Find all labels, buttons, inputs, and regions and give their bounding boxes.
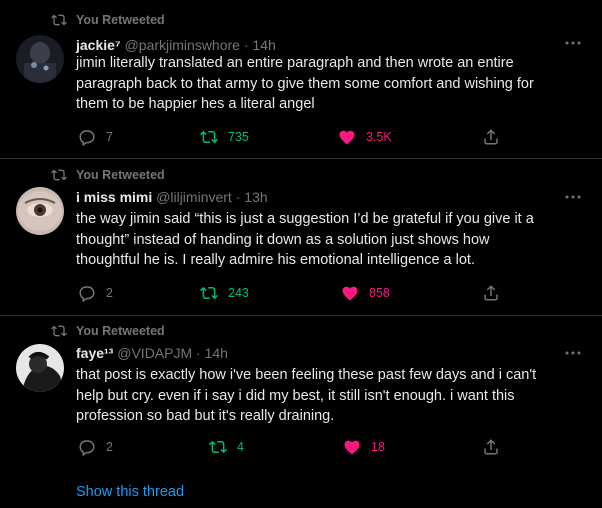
- retweet-indicator: You Retweeted: [0, 166, 300, 184]
- more-options-icon[interactable]: [564, 192, 582, 202]
- author-line: faye¹³ @VIDAPJM · 14h: [76, 345, 228, 361]
- heart-icon: [344, 440, 360, 455]
- share-button[interactable]: [482, 127, 500, 147]
- like-count: 3.5K: [366, 130, 392, 144]
- retweet-count: 4: [237, 440, 244, 454]
- reply-button[interactable]: 2: [78, 437, 113, 457]
- reply-button[interactable]: 2: [78, 283, 113, 303]
- like-button[interactable]: 18: [343, 437, 385, 457]
- heart-icon: [339, 130, 355, 145]
- tweet-text-line: jimin literally translated an entire par…: [76, 55, 514, 71]
- timestamp[interactable]: 14h: [205, 345, 228, 361]
- tweet-text-line: the way jimin said “this is just a sugge…: [76, 211, 534, 227]
- reply-icon: [79, 130, 95, 146]
- reply-icon: [79, 440, 95, 456]
- share-button[interactable]: [482, 283, 500, 303]
- tweet-text-line: thoughtful he is. I really admire his em…: [76, 252, 475, 268]
- tweet-text-line: paragraph back to that army to give them…: [76, 75, 534, 92]
- reply-count: 2: [106, 286, 113, 300]
- retweet-button[interactable]: 735: [200, 127, 249, 147]
- retweet-icon: [200, 286, 218, 300]
- reply-button[interactable]: 7: [78, 127, 113, 147]
- display-name[interactable]: faye¹³: [76, 345, 113, 361]
- separator: ·: [235, 189, 241, 205]
- avatar[interactable]: [16, 187, 64, 235]
- retweet-label: You Retweeted: [76, 168, 165, 182]
- reply-count: 7: [106, 130, 113, 144]
- retweet-label: You Retweeted: [76, 13, 165, 27]
- like-count: 18: [371, 440, 385, 454]
- author-line: i miss mimi @liljiminvert · 13h: [76, 189, 268, 205]
- tweet-text-line: thought” instead of handing it down as a…: [76, 231, 490, 248]
- retweet-count: 243: [228, 286, 249, 300]
- share-button[interactable]: [482, 437, 500, 457]
- user-handle[interactable]: @VIDAPJM: [117, 345, 192, 361]
- tweet-text-line: that post is exactly how i've been feeli…: [76, 367, 537, 383]
- timestamp[interactable]: 13h: [244, 189, 267, 205]
- retweet-button[interactable]: 4: [209, 437, 244, 457]
- more-options-icon[interactable]: [564, 38, 582, 48]
- retweet-indicator: You Retweeted: [0, 322, 300, 340]
- author-line: jackie⁷ @parkjiminswhore · 14h: [76, 37, 276, 53]
- share-icon: [484, 285, 498, 301]
- tweet-text-line: them to be happier hes a literal angel: [76, 96, 315, 112]
- separator: ·: [243, 37, 249, 53]
- tweet-text: jimin literally translated an entire par…: [76, 53, 576, 115]
- share-icon: [484, 439, 498, 455]
- tweet-text: the way jimin said “this is just a sugge…: [76, 209, 576, 271]
- retweet-count: 735: [228, 130, 249, 144]
- like-button[interactable]: 858: [341, 283, 390, 303]
- tweet-3[interactable]: You Retweeted faye¹³ @VIDAPJM · 14h that…: [0, 316, 602, 508]
- retweet-button[interactable]: 243: [200, 283, 249, 303]
- like-count: 858: [369, 286, 390, 300]
- retweet-indicator: You Retweeted: [0, 11, 300, 29]
- retweet-icon: [51, 325, 67, 337]
- show-thread-link[interactable]: Show this thread: [76, 484, 184, 500]
- avatar[interactable]: [16, 344, 64, 392]
- reply-count: 2: [106, 440, 113, 454]
- display-name[interactable]: jackie⁷: [76, 37, 121, 53]
- tweet-1[interactable]: You Retweeted jackie⁷ @parkjiminswhore ·…: [0, 0, 602, 158]
- retweet-icon: [200, 130, 218, 144]
- more-options-icon[interactable]: [564, 348, 582, 358]
- display-name[interactable]: i miss mimi: [76, 189, 152, 205]
- user-handle[interactable]: @parkjiminswhore: [125, 37, 240, 53]
- retweet-icon: [51, 14, 67, 26]
- timestamp[interactable]: 14h: [252, 37, 275, 53]
- reply-icon: [79, 286, 95, 302]
- heart-icon: [342, 286, 358, 301]
- user-handle[interactable]: @liljiminvert: [156, 189, 232, 205]
- like-button[interactable]: 3.5K: [338, 127, 392, 147]
- avatar[interactable]: [16, 35, 64, 83]
- retweet-icon: [51, 169, 67, 181]
- tweet-text-line: help but cry. even if i say i did my bes…: [76, 387, 515, 404]
- tweet-text: that post is exactly how i've been feeli…: [76, 365, 576, 427]
- retweet-label: You Retweeted: [76, 324, 165, 338]
- separator: ·: [196, 345, 201, 361]
- share-icon: [484, 129, 498, 145]
- tweet-text-line: profession so bad but it's really draini…: [76, 408, 335, 424]
- retweet-icon: [209, 440, 227, 454]
- tweet-2[interactable]: You Retweeted i miss mimi @liljiminvert …: [0, 159, 602, 315]
